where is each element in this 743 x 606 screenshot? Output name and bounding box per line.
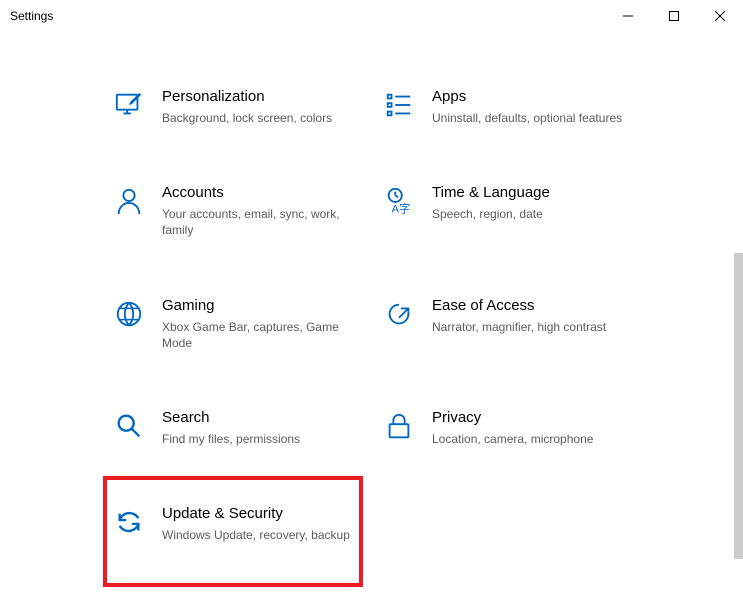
personalization-icon — [112, 88, 146, 120]
tile-title: Ease of Access — [432, 297, 636, 315]
titlebar: Settings — [0, 0, 743, 32]
tile-title: Time & Language — [432, 184, 636, 202]
tile-personalization[interactable]: Personalization Background, lock screen,… — [108, 82, 378, 132]
privacy-icon — [382, 409, 416, 441]
update-security-icon — [112, 505, 146, 537]
svg-text:A字: A字 — [392, 201, 411, 215]
tile-gaming[interactable]: Gaming Xbox Game Bar, captures, Game Mod… — [108, 291, 378, 357]
tile-ease-of-access[interactable]: Ease of Access Narrator, magnifier, high… — [378, 291, 648, 357]
minimize-button[interactable] — [605, 0, 651, 32]
settings-content: Personalization Background, lock screen,… — [0, 32, 743, 549]
settings-grid: Personalization Background, lock screen,… — [108, 82, 703, 549]
tile-apps[interactable]: Apps Uninstall, defaults, optional featu… — [378, 82, 648, 132]
tile-desc: Location, camera, microphone — [432, 431, 636, 447]
tile-desc: Background, lock screen, colors — [162, 110, 366, 126]
tile-accounts[interactable]: Accounts Your accounts, email, sync, wor… — [108, 178, 378, 244]
tile-desc: Windows Update, recovery, backup — [162, 527, 366, 543]
search-icon — [112, 409, 146, 441]
tile-time-language[interactable]: A字 Time & Language Speech, region, date — [378, 178, 648, 244]
tile-title: Personalization — [162, 88, 366, 106]
apps-icon — [382, 88, 416, 120]
tile-update-security[interactable]: Update & Security Windows Update, recove… — [108, 499, 378, 549]
tile-title: Gaming — [162, 297, 366, 315]
tile-privacy[interactable]: Privacy Location, camera, microphone — [378, 403, 648, 453]
window-controls — [605, 0, 743, 32]
gaming-icon — [112, 297, 146, 329]
tile-title: Accounts — [162, 184, 366, 202]
ease-of-access-icon — [382, 297, 416, 329]
window-title: Settings — [10, 9, 605, 23]
tile-title: Apps — [432, 88, 636, 106]
accounts-icon — [112, 184, 146, 216]
tile-title: Privacy — [432, 409, 636, 427]
tile-search[interactable]: Search Find my files, permissions — [108, 403, 378, 453]
time-language-icon: A字 — [382, 184, 416, 216]
close-button[interactable] — [697, 0, 743, 32]
tile-title: Update & Security — [162, 505, 366, 523]
tile-desc: Your accounts, email, sync, work, family — [162, 206, 366, 238]
tile-desc: Speech, region, date — [432, 206, 636, 222]
tile-desc: Xbox Game Bar, captures, Game Mode — [162, 319, 366, 351]
tile-title: Search — [162, 409, 366, 427]
vertical-scrollbar[interactable] — [734, 253, 743, 559]
maximize-button[interactable] — [651, 0, 697, 32]
tile-desc: Narrator, magnifier, high contrast — [432, 319, 636, 335]
tile-desc: Find my files, permissions — [162, 431, 366, 447]
tile-desc: Uninstall, defaults, optional features — [432, 110, 636, 126]
